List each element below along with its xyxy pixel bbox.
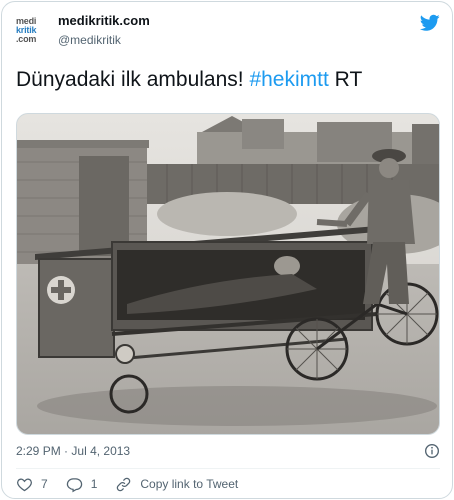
copy-link-button[interactable]: Copy link to Tweet: [115, 476, 238, 493]
author-handle[interactable]: @medikritik: [58, 32, 150, 48]
author-display-name[interactable]: medikritik.com: [58, 13, 150, 29]
divider: [16, 468, 440, 469]
tweet-header: medi kritik .com medikritik.com @medikri…: [16, 12, 440, 52]
copy-link-label: Copy link to Tweet: [140, 477, 239, 491]
hashtag-link[interactable]: #hekimtt: [249, 68, 328, 91]
avatar-text-line3: .com: [16, 33, 37, 44]
ambulance-photo: [17, 114, 439, 434]
tweet-text: Dünyadaki ilk ambulans! #hekimtt RT: [16, 66, 362, 94]
reply-count: 1: [90, 477, 98, 491]
tweet-date: Jul 4, 2013: [71, 444, 131, 458]
author-names: medikritik.com @medikritik: [58, 13, 150, 48]
timestamp-separator: ·: [64, 444, 69, 458]
tweet-actions: 7 1 Copy link to Tweet: [16, 475, 440, 493]
heart-icon: [17, 478, 32, 491]
info-icon[interactable]: [424, 443, 440, 459]
reply-button[interactable]: 1: [66, 476, 98, 493]
twitter-bird-icon[interactable]: [420, 14, 440, 32]
tweet-time: 2:29 PM: [16, 444, 61, 458]
reply-icon: [66, 477, 82, 492]
avatar[interactable]: medi kritik .com: [16, 12, 52, 48]
tweet-timestamp[interactable]: 2:29 PM · Jul 4, 2013: [16, 443, 440, 459]
link-icon: [117, 477, 131, 491]
tweet-card: medi kritik .com medikritik.com @medikri…: [1, 1, 453, 499]
like-count: 7: [41, 477, 48, 491]
tweet-text-suffix: RT: [328, 68, 363, 91]
like-button[interactable]: 7: [16, 476, 48, 493]
tweet-text-plain: Dünyadaki ilk ambulans!: [16, 68, 250, 91]
tweet-photo[interactable]: [16, 113, 440, 435]
